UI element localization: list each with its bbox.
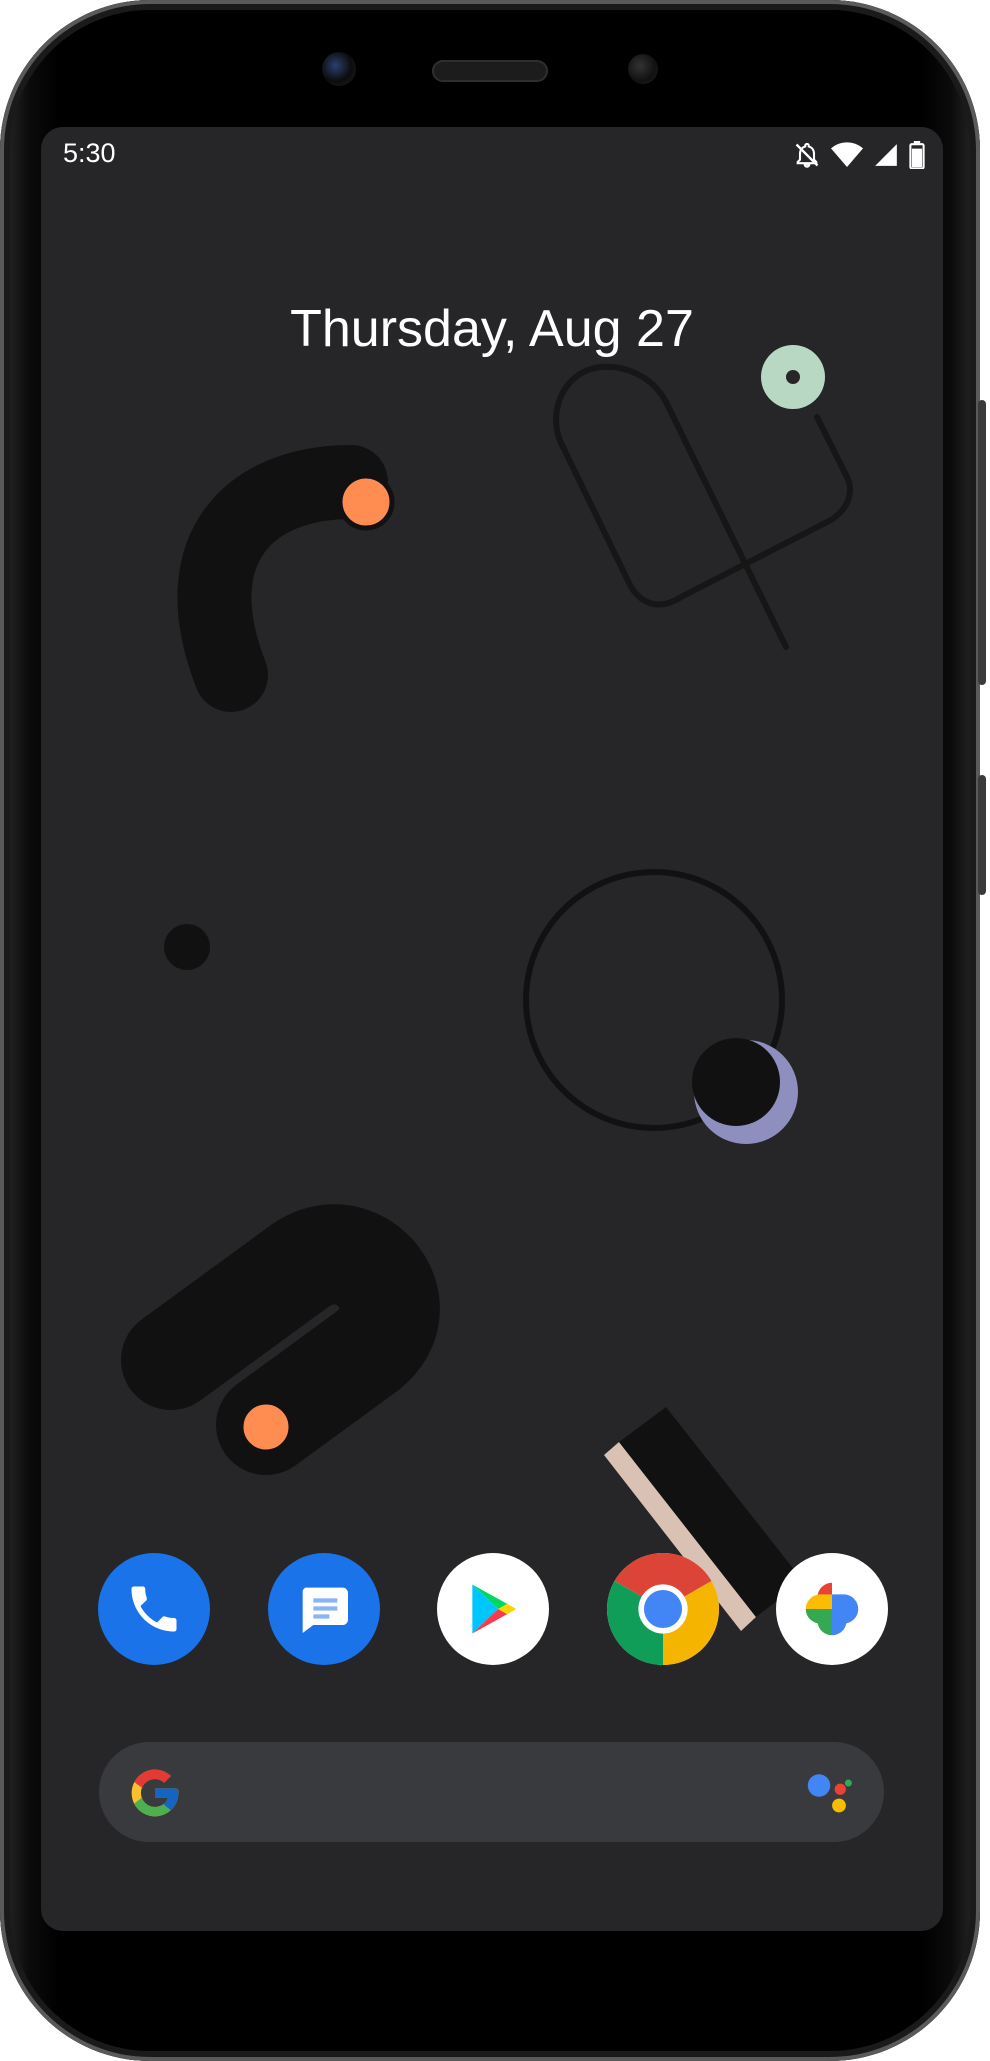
wallpaper-dark-circle: [692, 1038, 780, 1126]
photos-icon: [797, 1574, 867, 1644]
wallpaper-arc-shape: [177, 445, 388, 712]
home-screen: 5:30 Thursday, Aug 27: [41, 127, 943, 1931]
chrome-icon: [606, 1553, 719, 1665]
battery-icon: [909, 141, 925, 169]
phone-icon: [124, 1579, 184, 1639]
play-store-app[interactable]: [437, 1553, 549, 1665]
photos-app[interactable]: [776, 1553, 888, 1665]
play-store-icon: [462, 1578, 524, 1640]
phone-frame: 5:30 Thursday, Aug 27: [0, 0, 986, 2061]
power-button[interactable]: [978, 400, 986, 685]
messages-icon: [292, 1577, 356, 1641]
phone-app[interactable]: [98, 1553, 210, 1665]
assistant-icon[interactable]: [804, 1768, 854, 1822]
notifications-off-icon: [793, 141, 821, 169]
wallpaper-orange-dot: [337, 473, 395, 531]
cellular-signal-icon: [873, 142, 899, 168]
wallpaper-mint-center: [786, 370, 800, 384]
status-bar: 5:30: [41, 127, 943, 187]
front-camera: [322, 52, 356, 86]
proximity-sensor: [628, 54, 658, 84]
wallpaper-outline-shape: [553, 363, 853, 650]
chrome-app[interactable]: [606, 1553, 719, 1665]
google-g-icon[interactable]: [127, 1765, 183, 1825]
home-date[interactable]: Thursday, Aug 27: [41, 299, 943, 359]
status-icons: [793, 141, 925, 169]
earpiece-speaker: [432, 60, 548, 82]
google-search-bar[interactable]: [99, 1742, 884, 1842]
messages-app[interactable]: [267, 1553, 380, 1665]
wifi-icon: [831, 141, 863, 169]
search-input[interactable]: [199, 1762, 763, 1824]
status-time: 5:30: [63, 138, 116, 168]
wallpaper-orange-dot-2: [238, 1399, 294, 1455]
volume-button[interactable]: [978, 775, 986, 895]
wallpaper-small-dot: [164, 924, 210, 970]
app-dock: [98, 1553, 888, 1665]
wallpaper-hook-shape: [121, 1204, 440, 1475]
